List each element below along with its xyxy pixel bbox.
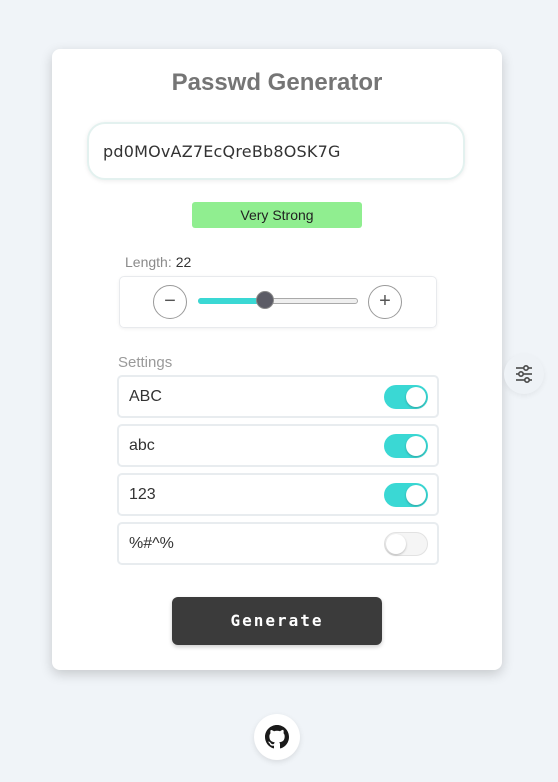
- setting-row-lowercase: abc: [117, 424, 439, 467]
- generate-button[interactable]: Generate: [172, 597, 382, 645]
- length-value: 22: [175, 254, 192, 270]
- length-slider-thumb[interactable]: [256, 291, 275, 309]
- toggle-knob: [406, 387, 426, 407]
- decrement-button[interactable]: −: [153, 285, 187, 319]
- page-title: Passwd Generator: [171, 69, 383, 96]
- strength-badge: Very Strong: [192, 202, 362, 228]
- github-link[interactable]: [254, 714, 300, 760]
- numbers-toggle[interactable]: [384, 483, 428, 507]
- length-slider[interactable]: [198, 291, 358, 309]
- setting-label: %#^%: [129, 535, 174, 552]
- symbols-toggle[interactable]: [384, 532, 428, 556]
- uppercase-toggle[interactable]: [384, 385, 428, 409]
- password-output[interactable]: pd0MOvAZ7EcQreBb8OSK7G: [87, 122, 465, 180]
- toggle-knob: [386, 534, 406, 554]
- setting-label: ABC: [129, 388, 162, 405]
- toggle-knob: [406, 436, 426, 456]
- length-label: Length: 22: [125, 254, 191, 270]
- settings-heading: Settings: [118, 354, 173, 371]
- increment-button[interactable]: +: [368, 285, 402, 319]
- length-slider-fill: [198, 298, 266, 304]
- length-control: − +: [119, 276, 437, 328]
- generator-card: Passwd Generator pd0MOvAZ7EcQreBb8OSK7G …: [52, 49, 502, 670]
- setting-row-symbols: %#^%: [117, 522, 439, 565]
- settings-panel-button[interactable]: [504, 354, 544, 394]
- password-text: pd0MOvAZ7EcQreBb8OSK7G: [103, 142, 341, 161]
- setting-label: abc: [129, 437, 155, 454]
- setting-row-uppercase: ABC: [117, 375, 439, 418]
- lowercase-toggle[interactable]: [384, 434, 428, 458]
- setting-row-numbers: 123: [117, 473, 439, 516]
- toggle-knob: [406, 485, 426, 505]
- length-label-text: Length:: [125, 254, 172, 270]
- setting-label: 123: [129, 486, 156, 503]
